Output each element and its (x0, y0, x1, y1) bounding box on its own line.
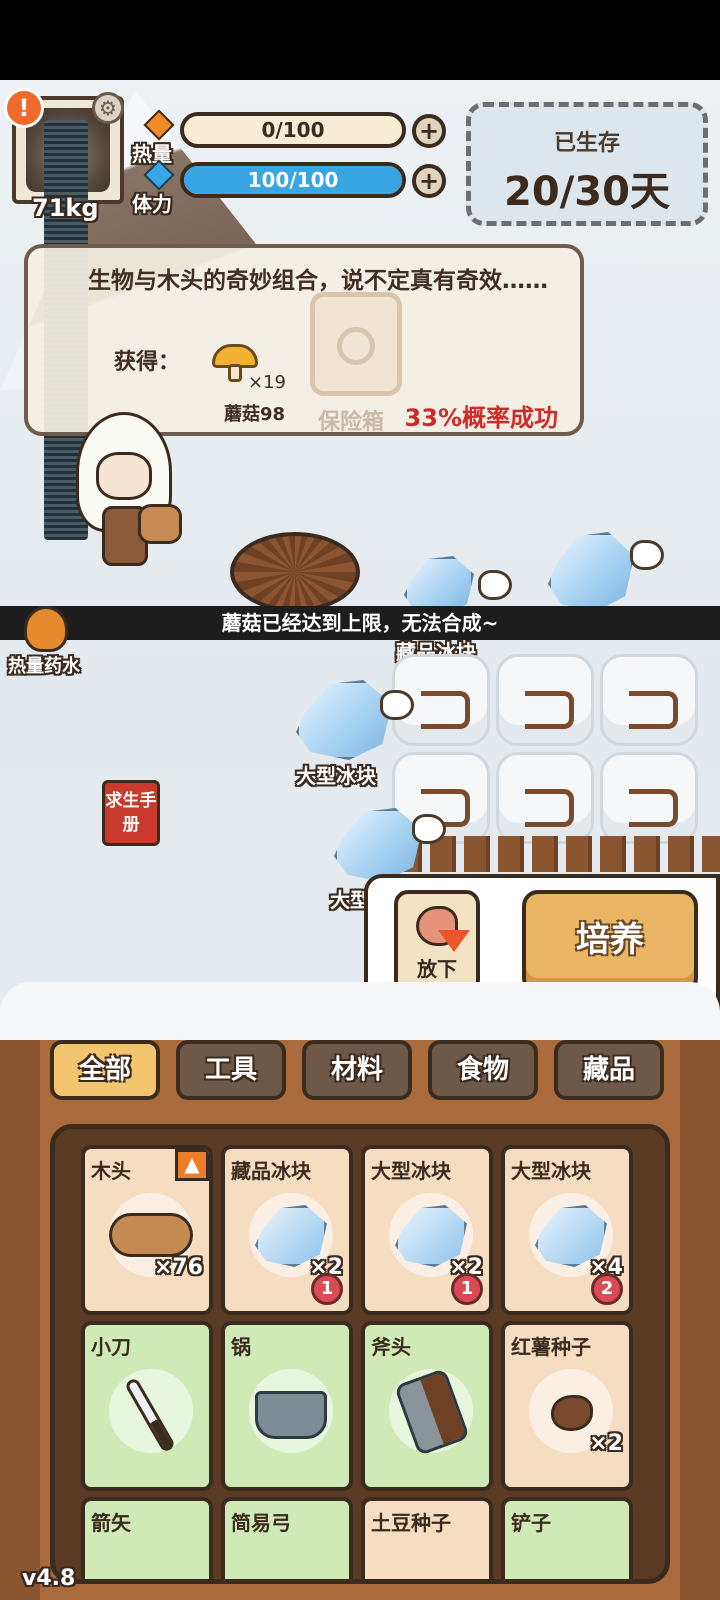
tab-label: 工具 (204, 1055, 257, 1085)
tab-label: 食物 (456, 1055, 509, 1085)
wooden-fence (396, 836, 720, 872)
inventory-card[interactable]: 土豆种子 (361, 1497, 493, 1579)
campfire[interactable] (230, 532, 360, 612)
inventory-card[interactable]: 锅 (221, 1321, 353, 1491)
tab-label: 材料 (330, 1055, 383, 1085)
tab-collection[interactable]: 藏品 (554, 1040, 664, 1100)
large-ice-label: 大型冰块 (296, 764, 376, 788)
weight-label: 71kg (32, 194, 99, 222)
safe-icon (310, 292, 402, 396)
snow-block[interactable] (600, 654, 698, 746)
item-name: 大型冰块 (511, 1159, 591, 1183)
snow-block[interactable] (496, 752, 594, 844)
inventory-grid: 木头 ×76 ▲ 藏品冰块 ×2 1 大型冰块 ×2 1 大型冰块 ×4 2 小刀 锅 斧头 红薯种子 ×2 箭矢… (50, 1124, 670, 1584)
heat-label: 热量 (132, 142, 172, 166)
drop-button[interactable]: 放下 (394, 890, 480, 994)
tab-materials[interactable]: 材料 (302, 1040, 412, 1100)
survival-days-panel: 已生存 20/30天 (466, 102, 708, 226)
stamina-value: 100/100 (247, 168, 339, 192)
inventory-card[interactable]: 小刀 (81, 1321, 213, 1491)
toast-message: 蘑菇已经达到上限，无法合成~ (0, 606, 720, 640)
inventory-card[interactable]: 藏品冰块 ×2 1 (221, 1145, 353, 1315)
version-label: v4.8 (22, 1566, 76, 1591)
mushroom-name: 蘑菇98 (224, 404, 286, 425)
item-name: 箭矢 (91, 1511, 131, 1535)
item-name: 锅 (231, 1335, 251, 1359)
item-name: 红薯种子 (511, 1335, 591, 1359)
arrow-down-icon (438, 930, 470, 952)
heat-bar: 0/100 (180, 112, 406, 148)
alert-icon[interactable]: ! (4, 88, 44, 128)
cultivate-button[interactable]: 培养 (522, 890, 698, 994)
tab-all[interactable]: 全部 (50, 1040, 160, 1100)
survived-label: 已生存 (553, 131, 620, 156)
item-count: ×76 (153, 1255, 203, 1280)
pot-icon (255, 1391, 327, 1439)
freshness-badge: 1 (451, 1273, 483, 1305)
inventory-card[interactable]: 红薯种子 ×2 (501, 1321, 633, 1491)
inventory-card[interactable]: 木头 ×76 ▲ (81, 1145, 213, 1315)
drop-label: 放下 (417, 957, 457, 981)
tab-label: 全部 (78, 1055, 131, 1085)
hand-icon (478, 570, 512, 600)
upgrade-arrow-icon: ▲ (175, 1149, 209, 1181)
add-stamina-button[interactable]: + (412, 164, 446, 198)
gain-label: 获得： (114, 350, 181, 375)
tab-food[interactable]: 食物 (428, 1040, 538, 1100)
item-name: 斧头 (371, 1335, 411, 1359)
inventory-card[interactable]: 箭矢 (81, 1497, 213, 1579)
item-name: 大型冰块 (371, 1159, 451, 1183)
success-probability: 33%概率成功 (404, 404, 558, 432)
inventory-card[interactable]: 简易弓 (221, 1497, 353, 1579)
snow-block[interactable] (600, 752, 698, 844)
tab-tools[interactable]: 工具 (176, 1040, 286, 1100)
item-count: ×2 (589, 1431, 623, 1456)
stamina-bar: 100/100 (180, 162, 406, 198)
seed-icon (551, 1395, 593, 1431)
heat-value: 0/100 (261, 118, 325, 142)
cultivate-label: 培养 (576, 920, 644, 960)
hand-icon (630, 540, 664, 570)
item-name: 小刀 (91, 1335, 131, 1359)
stamina-label: 体力 (132, 192, 172, 216)
item-name: 简易弓 (231, 1511, 291, 1535)
heat-potion-label: 热量药水 (8, 656, 80, 677)
add-heat-button[interactable]: + (412, 114, 446, 148)
inventory-card[interactable]: 大型冰块 ×2 1 (361, 1145, 493, 1315)
survived-days: 20/30天 (504, 169, 670, 215)
item-name: 铲子 (511, 1511, 551, 1535)
freshness-badge: 1 (311, 1273, 343, 1305)
gear-icon[interactable]: ⚙ (92, 92, 124, 124)
wood-log-icon (109, 1213, 193, 1257)
item-name: 木头 (91, 1159, 131, 1183)
inventory-card[interactable]: 铲子 (501, 1497, 633, 1579)
inventory-card[interactable]: 斧头 (361, 1321, 493, 1491)
safe-name: 保险箱 (318, 410, 385, 435)
snow-block[interactable] (496, 654, 594, 746)
player-character[interactable] (62, 412, 182, 588)
tab-label: 藏品 (582, 1055, 635, 1085)
survival-manual-button[interactable]: 求生手册 (102, 780, 160, 846)
hand-icon (412, 814, 446, 844)
freshness-badge: 2 (591, 1273, 623, 1305)
hand-icon (380, 690, 414, 720)
item-name: 土豆种子 (371, 1511, 451, 1535)
item-name: 藏品冰块 (231, 1159, 311, 1183)
status-bar (0, 0, 720, 80)
synthesis-tooltip: 生物与木头的奇妙组合，说不定真有奇效…… 获得： ×19 蘑菇98 保险箱 33… (24, 244, 584, 436)
inventory-card[interactable]: 大型冰块 ×4 2 (501, 1145, 633, 1315)
mushroom-count: ×19 (248, 372, 286, 393)
heat-potion-icon[interactable] (24, 606, 68, 652)
